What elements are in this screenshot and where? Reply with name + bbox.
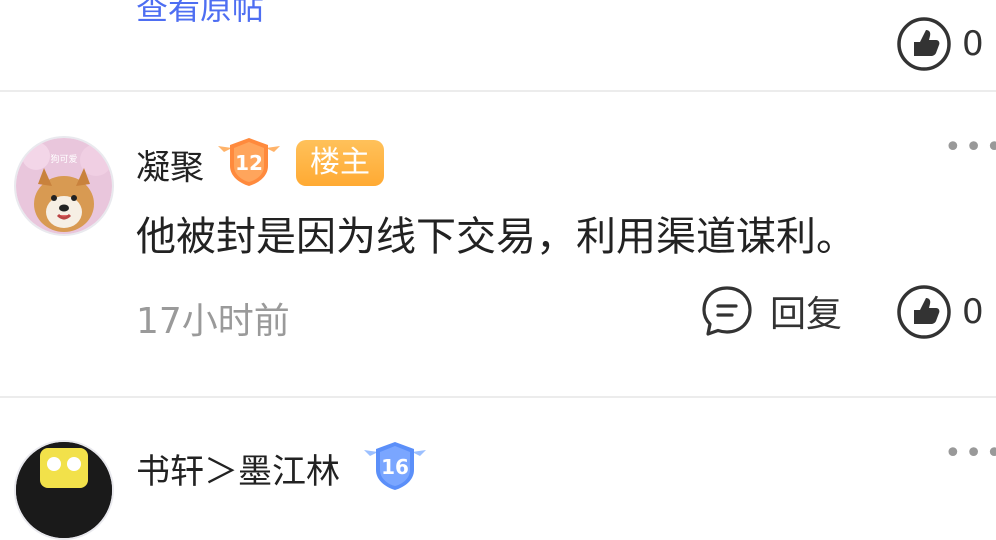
divider (0, 396, 996, 398)
next-avatar[interactable] (14, 440, 114, 540)
level-badge: 12 (218, 136, 280, 188)
next-avatar-image (16, 442, 112, 538)
like-button[interactable]: 0 (896, 284, 984, 340)
like-count: 0 (962, 292, 984, 332)
level-shield-icon: 12 (218, 138, 280, 186)
comment-text: 他被封是因为线下交易，利用渠道谋利。 (136, 214, 856, 260)
level-shield-icon: 16 (364, 442, 426, 490)
avatar[interactable]: 狗可爱 (14, 136, 114, 236)
view-original-link[interactable]: 查看原帖 (136, 0, 264, 30)
thumbs-up-icon (897, 285, 951, 339)
username[interactable]: 凝聚 (136, 140, 204, 189)
thumbs-up-icon (897, 17, 951, 71)
next-username[interactable]: 书轩＞墨江林 (136, 444, 340, 493)
avatar-image: 狗可爱 (16, 138, 112, 234)
avatar-caption: 狗可爱 (50, 153, 77, 165)
level-number: 12 (235, 151, 263, 175)
comment-time: 17小时前 (136, 301, 290, 342)
next-level-badge: 16 (364, 440, 426, 492)
level-number: 16 (381, 455, 409, 479)
reply-label: 回复 (770, 294, 843, 335)
comment-bubble-icon (702, 286, 752, 336)
op-badge: 楼主 (296, 140, 384, 186)
like-count: 0 (962, 24, 984, 64)
reply-button[interactable]: 回复 (700, 284, 842, 338)
more-options-icon[interactable]: ••• (944, 436, 996, 471)
divider (0, 90, 996, 92)
like-button[interactable]: 0 (896, 16, 984, 72)
more-options-icon[interactable]: ••• (944, 130, 996, 165)
